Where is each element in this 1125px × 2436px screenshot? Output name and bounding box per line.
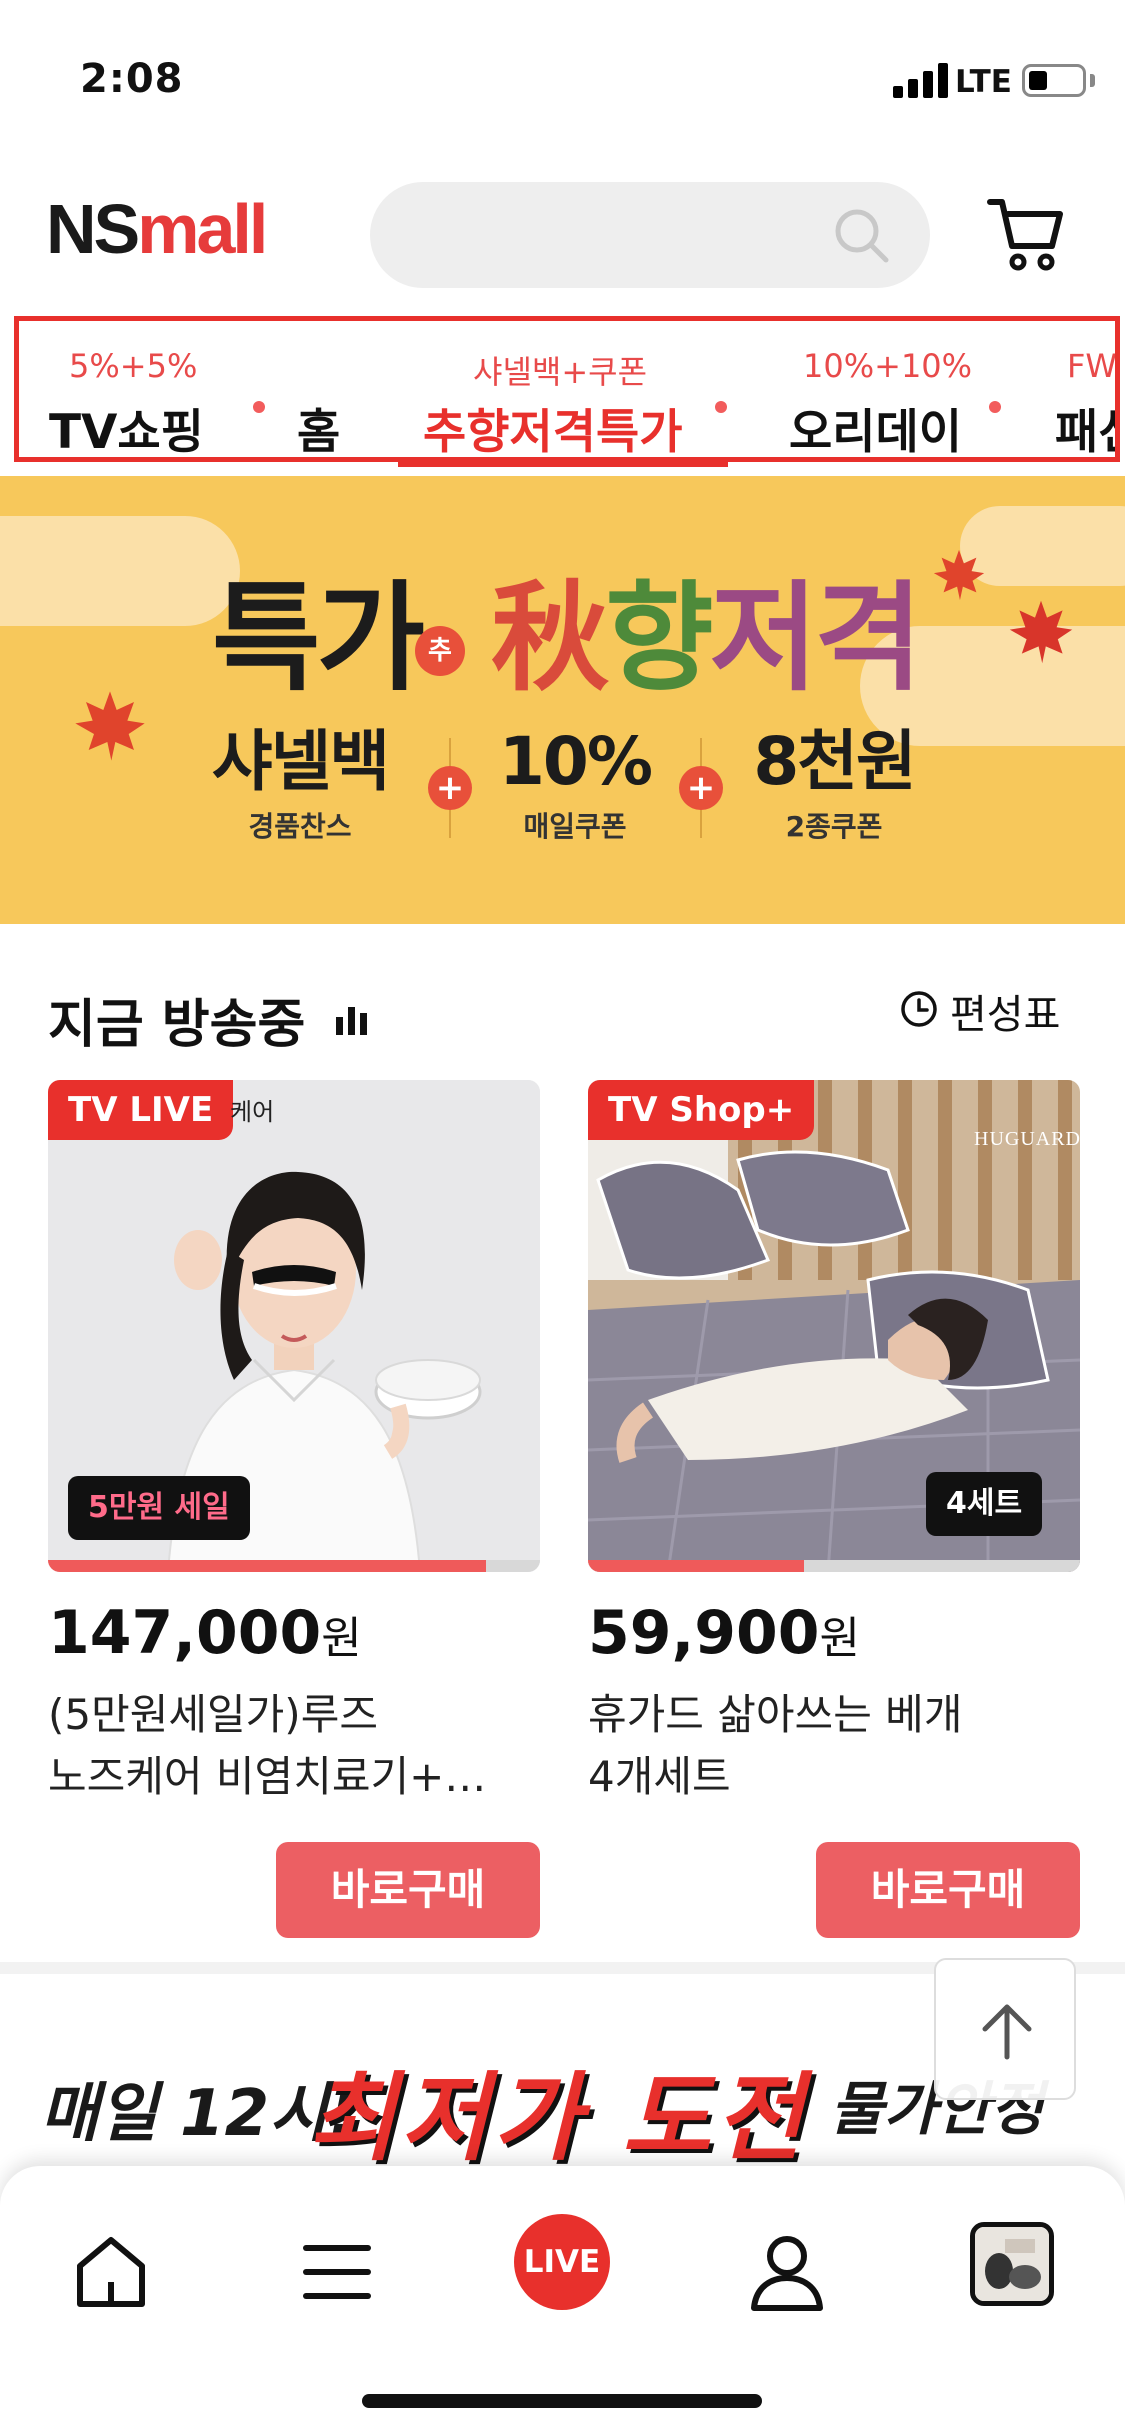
price-unit: 원 [321,1613,362,1664]
brand-text: HUGUARD [974,1128,1080,1150]
search-icon[interactable] [832,206,890,264]
banner-title-special: 특가 [212,569,425,707]
offer-percent: 10% 매일쿠폰 [490,723,660,845]
tab-label: TV쇼핑 [49,405,204,460]
recent-view-thumbnail[interactable] [970,2222,1054,2306]
battery-tip [1090,74,1095,87]
network-label: LTE [955,64,1012,100]
banner-title: 특가 秋향저격 [212,542,923,713]
set-chip: 4세트 [926,1472,1043,1536]
app-header: NSmall [0,170,1125,300]
product-card[interactable]: TV Shop+ HUGUARD 4세트 59,900원 휴가드 삶아쓰는 베개… [588,1080,1080,1938]
new-dot [253,401,265,413]
product-name[interactable]: 휴가드 삶아쓰는 베개 4개세트 [588,1684,1080,1808]
buy-now-button[interactable]: 바로구매 [816,1842,1080,1938]
promo-banner-lowest-price[interactable]: 매일 12시! 최저가 도전 물가안정 [40,2040,1085,2174]
live-tag: TV LIVE [48,1080,234,1140]
promo-text-lowest: 최저가 도전 [308,2062,808,2174]
live-tag: TV Shop+ [588,1080,815,1140]
home-icon[interactable] [66,2226,156,2316]
price-value: 59,900 [588,1598,820,1668]
offer-main: 8천원 [753,723,916,800]
offer-chanel: 샤넬백 경품찬스 [200,723,400,845]
tab-badge: 샤넬백+쿠폰 [473,353,648,391]
banner-circle-badge: 추 [415,626,465,676]
arrow-up-icon [982,2004,1032,2060]
nsmall-logo[interactable]: NSmall [46,194,268,264]
equalizer-icon [336,1005,372,1035]
product-image[interactable]: TV Shop+ HUGUARD 4세트 [588,1080,1080,1572]
banner-title-autumn: 秋 [491,569,609,707]
signal-icon [893,62,949,98]
price: 59,900원 [588,1598,1080,1668]
progress-fill [48,1560,486,1572]
battery-icon [1022,64,1086,97]
broadcast-progress [588,1560,1080,1572]
price-value: 147,000 [48,1598,322,1668]
banner-title-scent: 향 [605,569,714,707]
status-bar: 2:08 LTE [0,0,1125,160]
active-tab-indicator [398,460,728,467]
product-name[interactable]: (5만원세일가)루즈 노즈케어 비염치료기+… [48,1684,540,1808]
tab-label: 오리데이 [789,405,962,460]
tag-tail-text: 케어 [230,1098,275,1126]
offer-sub: 경품찬스 [248,809,352,843]
tab-home[interactable]: 홈 [297,321,377,457]
recent-product-image [975,2227,1049,2301]
cloud-shape [0,516,240,626]
tab-badge: FW [1067,347,1118,385]
cart-icon[interactable] [986,194,1066,274]
tab-tv-shopping[interactable]: 5%+5% TV쇼핑 [49,321,265,457]
buy-now-button[interactable]: 바로구매 [276,1842,540,1938]
clock-icon [901,991,937,1027]
user-icon[interactable] [742,2226,832,2316]
plus-icon: + [428,766,472,810]
live-button[interactable]: LIVE [514,2214,610,2310]
tab-autumn-special[interactable]: 샤넬백+쿠폰 추향저격특가 [423,321,753,457]
offer-main: 샤넬백 [211,723,390,800]
offer-sub: 2종쿠폰 [785,809,883,843]
banner-title-target: 저격 [709,569,923,707]
menu-icon[interactable] [292,2226,382,2316]
logo-mall: mall [137,190,268,268]
home-indicator [362,2394,762,2408]
maple-leaf-icon [1009,600,1073,664]
plus-icon: + [679,766,723,810]
offer-main: 10% [499,723,653,800]
new-dot [715,401,727,413]
tab-fashion[interactable]: FW 패션 [1055,321,1118,457]
price-unit: 원 [819,1613,861,1664]
price: 147,000원 [48,1598,540,1668]
offer-coupon: 8천원 2종쿠폰 [744,723,924,845]
tab-badge: 10%+10% [803,347,973,385]
section-title: 지금 방송중 [48,995,306,1055]
progress-fill [588,1560,805,1572]
maple-leaf-icon [933,549,985,601]
product-image[interactable]: TV LIVE 케어 5만원 세일 [48,1080,540,1572]
maple-leaf-icon [75,691,145,761]
tab-label: 패션 [1055,405,1115,460]
product-card[interactable]: TV LIVE 케어 5만원 세일 147,000원 (5만원세일가)루즈 노즈… [48,1080,540,1938]
category-tabs: 5%+5% TV쇼핑 홈 샤넬백+쿠폰 추향저격특가 10%+10% 오리데이 … [14,316,1120,462]
schedule-label: 편성표 [950,992,1061,1038]
promo-banner-autumn[interactable]: 특가 秋향저격 추 샤넬백 경품찬스 + 10% 매일쿠폰 + 8천원 2종쿠폰 [0,476,1125,924]
scroll-top-button[interactable] [934,1958,1076,2100]
logo-ns: NS [46,190,140,268]
new-dot [989,401,1001,413]
status-time: 2:08 [80,56,184,102]
tab-label: 홈 [297,405,341,460]
tab-label: 추향저격특가 [423,405,683,460]
tab-duck-day[interactable]: 10%+10% 오리데이 [789,321,1009,457]
sale-chip: 5만원 세일 [68,1476,250,1540]
broadcast-progress [48,1560,540,1572]
offer-sub: 매일쿠폰 [523,809,627,843]
search-input[interactable] [370,182,930,288]
tab-badge: 5%+5% [69,347,198,385]
